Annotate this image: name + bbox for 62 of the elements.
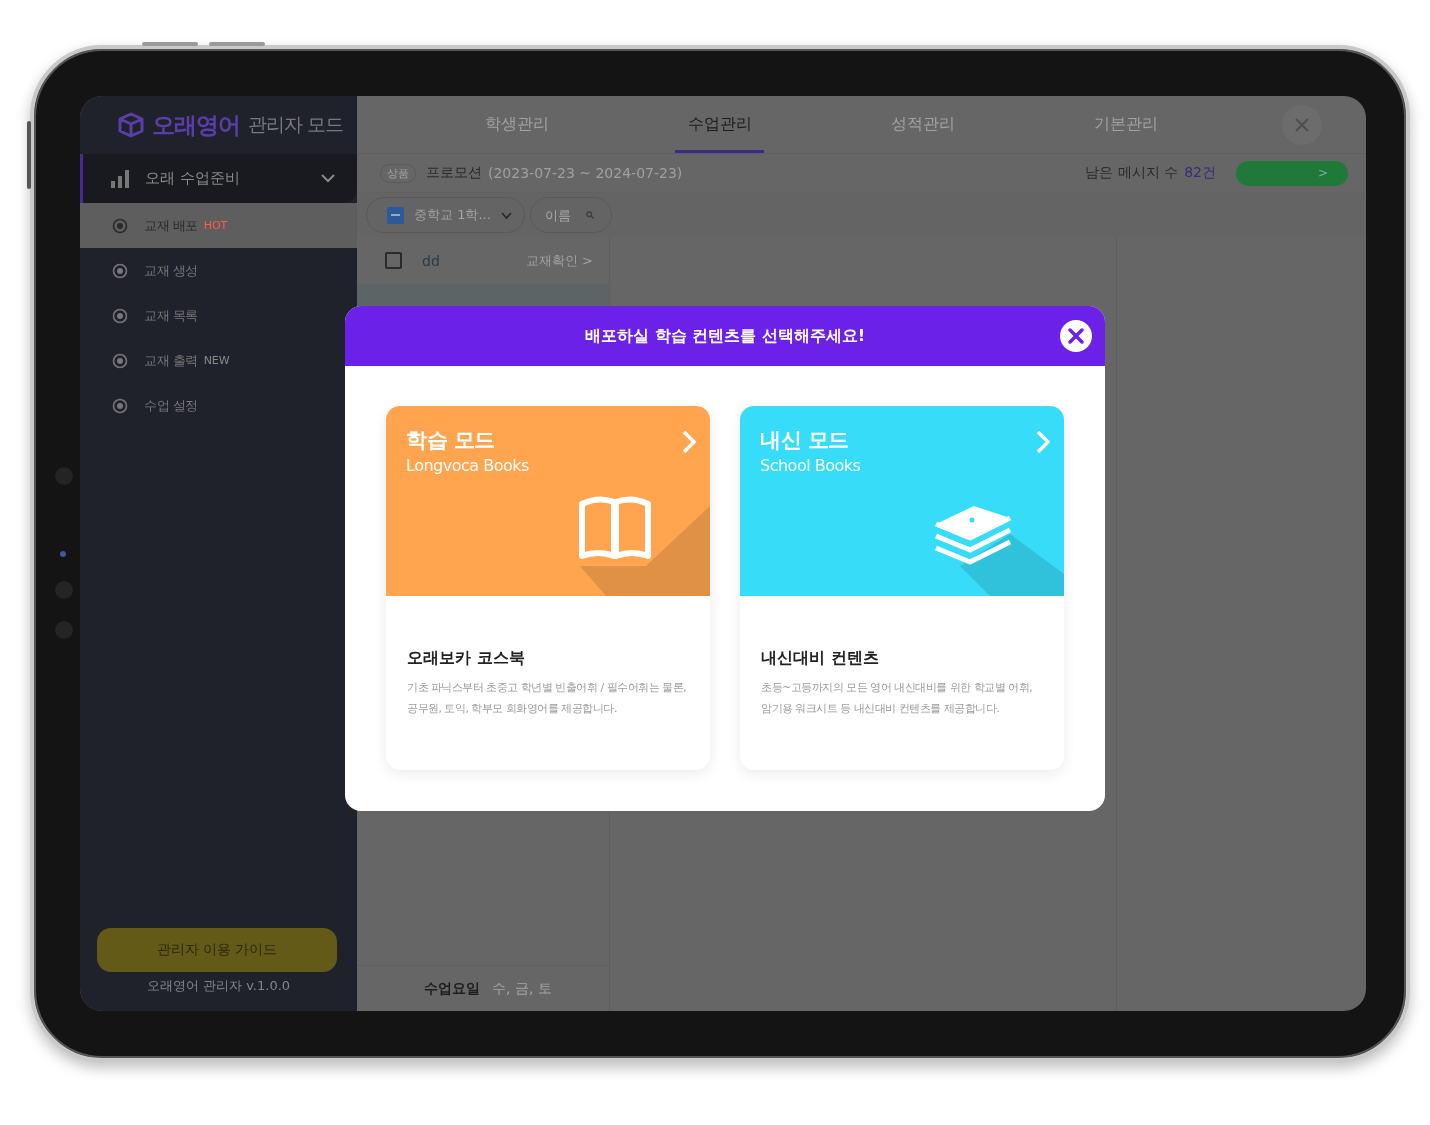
mode-title: 내신 모드 [760,427,849,454]
search-field[interactable]: 이름 [529,197,612,233]
menu-group-header[interactable]: 오래 수업준비 [80,154,357,203]
messages-count: 82건 [1184,164,1216,182]
guide-button[interactable]: 관리자 이용 가이드 [97,928,337,972]
product-name: 프로모션 [426,164,482,182]
menu-group-label: 오래 수업준비 [145,169,241,188]
nav-tab[interactable]: 성적관리 [821,96,1024,153]
brand-subtitle: 관리자 모드 [248,112,344,137]
grade-value: 중학교 1학... [414,206,491,224]
nav-tab[interactable]: 수업관리 [675,96,764,153]
sidebar-item-label: 교재 목록 [144,306,198,325]
sidebar-item[interactable]: 교재 생성 [80,248,357,293]
card-heading: 내신대비 컨텐츠 [761,648,880,669]
minus-icon [391,214,400,216]
version-text: 오래영어 관리자 v.1.0.0 [145,977,292,995]
close-button[interactable] [1282,105,1322,145]
search-icon [585,211,594,219]
mode-card[interactable]: 내신 모드 School Books 내신대비 컨텐츠 초등~고등까지의 모든 영어 내신대비를 위한 학교별 어휘, 암기용 워크시트 등 내신대비 컨텐츠를 제공합니다. [740,406,1064,770]
radio-icon [112,397,128,414]
schedule-label: 수업요일 [424,979,480,998]
chevron-icon [500,211,512,219]
camera-icon [60,551,66,557]
row-checkbox[interactable] [385,252,402,269]
sidebar-item[interactable]: 수업 설정 [80,383,357,428]
radio-icon [112,262,128,279]
card-heading: 오래보카 코스북 [407,648,526,669]
card-description: 초등~고등까지의 모든 영어 내신대비를 위한 학교별 어휘, 암기용 워크시트 등 내신대비 컨텐츠를 제공합니다. [761,680,1034,717]
mode-card[interactable]: 학습 모드 Longvoca Books 오래보카 코스북 기초 파닉스부터 초중고 학년별 빈출어휘 / 필수어휘는 물론, 공무원, 토익, 학부모 회화영어를 제공합니다. [386,406,710,770]
select-all-checkbox[interactable] [387,206,404,224]
sidebar-item-label: 교재 생성 [144,261,198,280]
student-name: dd [422,252,441,269]
dialog-title: 배포하실 학습 컨텐츠를 선택해주세요! [585,325,865,347]
sidebar-item-label: 수업 설정 [144,396,198,415]
radio-icon [112,352,128,369]
card-description: 기초 파닉스부터 초중고 학년별 빈출어휘 / 필수어휘는 물론, 공무원, 토익, 학부모 회화영어를 제공합니다. [407,680,688,717]
menu-tag-label: HOT [203,219,228,232]
brand-name: 오래영어 [152,110,240,140]
radio-icon [112,217,128,234]
chevron-right-icon [1036,430,1050,454]
chevron-right-icon [682,430,696,454]
close-icon [1294,117,1310,133]
sidebar-item[interactable]: 교재 목록 [80,293,357,338]
sidebar-item[interactable]: 교재 출력 NEW [80,338,357,383]
radio-icon [112,307,128,324]
close-icon [1068,328,1084,344]
bar-chart-icon [111,169,131,188]
send-button[interactable]: > [1236,160,1348,186]
chevron-icon [321,174,335,183]
mode-subtitle: School Books [760,456,861,475]
textbook-link[interactable]: 교재확인 > [525,251,593,270]
nav-tab[interactable]: 기본관리 [1024,96,1227,153]
product-period: (2023-07-23 ~ 2024-07-23) [488,165,684,181]
menu-tag-label: NEW [203,354,230,367]
nav-tab[interactable]: 학생관리 [415,96,618,153]
dialog-close-button[interactable] [1060,320,1092,352]
mode-subtitle: Longvoca Books [406,456,529,475]
cube-logo-icon [118,112,144,138]
book-icon [576,494,710,596]
schedule-value: 수, 금, 토 [492,979,552,998]
sidebar-item-label: 교재 출력 [144,351,198,370]
mode-title: 학습 모드 [406,427,495,454]
